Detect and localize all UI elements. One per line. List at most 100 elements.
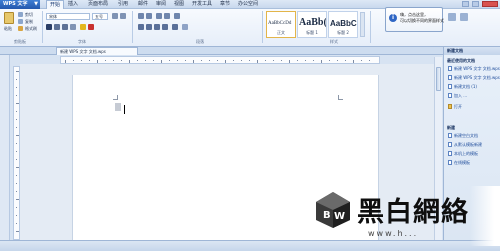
- recent-doc-item[interactable]: 新建 WPS 文字 文档.wps: [454, 75, 500, 81]
- paste-icon[interactable]: [4, 12, 14, 24]
- new-blank-doc-link[interactable]: 新建空白文档: [454, 133, 478, 139]
- local-templates-link[interactable]: 本机上的模板: [454, 151, 478, 157]
- paste-label[interactable]: 粘贴: [4, 26, 12, 32]
- format-painter-icon[interactable]: [18, 26, 23, 31]
- increase-indent-icon[interactable]: [164, 13, 170, 19]
- template-icon: [448, 142, 452, 147]
- ruler-tick: [297, 60, 298, 61]
- cut-icon[interactable]: [18, 12, 23, 17]
- recent-doc-item[interactable]: 加入 ...: [454, 93, 467, 99]
- numbering-icon[interactable]: [146, 13, 152, 19]
- font-group-title: 字体: [78, 39, 86, 44]
- style-normal[interactable]: AaBbCcDd 正文: [266, 11, 296, 38]
- styles-group-title: 样式: [330, 39, 338, 44]
- ruler-tick: [16, 71, 19, 72]
- ruler-tick: [305, 60, 306, 61]
- tab-view[interactable]: 视图: [174, 0, 184, 9]
- recent-doc-item[interactable]: 新建文档 (1): [454, 84, 477, 90]
- shrink-font-icon[interactable]: [120, 13, 126, 19]
- tab-sections[interactable]: 章节: [220, 0, 230, 9]
- replace-icon[interactable]: [460, 13, 468, 21]
- ruler-tick: [369, 60, 370, 61]
- clipboard-group-title: 剪贴板: [14, 39, 26, 44]
- cut-label[interactable]: 剪切: [25, 12, 33, 18]
- recent-doc-item[interactable]: 新建 WPS 文字 文档.wps: [454, 66, 500, 72]
- tab-developer[interactable]: 开发工具: [192, 0, 212, 9]
- tab-review[interactable]: 审阅: [156, 0, 166, 9]
- highlight-icon[interactable]: [80, 24, 86, 30]
- font-name-select[interactable]: 宋体: [46, 13, 90, 20]
- document-icon: [448, 93, 452, 98]
- style-caption: 正文: [277, 30, 285, 35]
- ruler-tick: [113, 60, 114, 61]
- tab-page-layout[interactable]: 页面布局: [88, 0, 108, 9]
- italic-icon[interactable]: [54, 24, 60, 30]
- bullets-icon[interactable]: [138, 13, 144, 19]
- ribbon-divider: [370, 11, 371, 43]
- style-heading-1[interactable]: AaBb( 标题 1: [297, 11, 327, 38]
- ruler-tick: [361, 60, 362, 61]
- template-icon: [448, 151, 452, 156]
- find-icon[interactable]: [448, 13, 456, 21]
- document-tab-label: 新建 WPS 文字 文档.wps: [60, 49, 106, 54]
- align-center-icon[interactable]: [146, 24, 152, 30]
- close-icon[interactable]: [482, 1, 498, 7]
- copy-label[interactable]: 复制: [25, 19, 33, 25]
- underline-icon[interactable]: [62, 24, 68, 30]
- scrollbar-thumb[interactable]: [436, 67, 441, 91]
- document-tab[interactable]: 新建 WPS 文字 文档.wps: [56, 47, 138, 55]
- tab-references[interactable]: 引用: [118, 0, 128, 9]
- maximize-icon[interactable]: [472, 1, 479, 7]
- copy-icon[interactable]: [18, 19, 23, 24]
- style-heading-2[interactable]: AaBbC 标题 2: [328, 11, 358, 38]
- format-painter-label[interactable]: 格式刷: [25, 26, 37, 32]
- open-link[interactable]: 打开: [454, 104, 462, 110]
- font-color-icon[interactable]: [88, 24, 94, 30]
- align-left-icon[interactable]: [138, 24, 144, 30]
- decrease-indent-icon[interactable]: [156, 13, 162, 19]
- ruler-tick: [16, 223, 17, 224]
- ribbon-divider: [262, 11, 263, 43]
- ruler-tick: [16, 231, 19, 232]
- ruler-tick: [249, 60, 250, 61]
- justify-icon[interactable]: [162, 24, 168, 30]
- grow-font-icon[interactable]: [112, 13, 118, 19]
- horizontal-ruler[interactable]: [60, 56, 380, 64]
- ruler-tick: [121, 60, 122, 61]
- strikethrough-icon[interactable]: [70, 24, 76, 30]
- ruler-tick: [16, 87, 17, 88]
- font-size-select[interactable]: 五号: [92, 13, 108, 20]
- vertical-ruler[interactable]: [13, 66, 20, 240]
- watermark-text: 黑白網絡: [357, 197, 469, 228]
- left-side-panel: [0, 55, 10, 240]
- skin-tip-tooltip: i 嗨，点击这里， 可以切换不同的界面样式: [385, 7, 444, 32]
- styles-scroll-button[interactable]: [360, 12, 365, 37]
- ribbon-divider: [132, 11, 133, 43]
- sort-icon[interactable]: [174, 13, 180, 19]
- ruler-tick: [16, 127, 17, 128]
- watermark-url: www.h...: [368, 229, 419, 238]
- ruler-tick: [89, 60, 90, 61]
- ruler-tick: [16, 207, 17, 208]
- ruler-tick: [145, 60, 146, 61]
- app-menu-button[interactable]: WPS 文字 ▼: [0, 0, 40, 9]
- text-cursor: [124, 105, 125, 114]
- tab-office-space[interactable]: 办公空间: [238, 0, 258, 9]
- bold-icon[interactable]: [46, 24, 52, 30]
- ruler-tick: [209, 60, 210, 61]
- globe-icon: [448, 160, 452, 165]
- ruler-tick: [233, 60, 234, 61]
- ruler-tick: [16, 175, 17, 176]
- tab-mailings[interactable]: 邮件: [138, 0, 148, 9]
- online-templates-link[interactable]: 在线模板: [454, 160, 470, 166]
- borders-icon[interactable]: [182, 24, 188, 30]
- ruler-tick: [73, 60, 74, 61]
- line-spacing-icon[interactable]: [172, 24, 178, 30]
- ruler-tick: [265, 60, 266, 61]
- tab-home[interactable]: 开始: [46, 0, 65, 9]
- minimize-icon[interactable]: [462, 1, 469, 7]
- tab-insert[interactable]: 插入: [68, 0, 78, 9]
- ruler-tick: [337, 60, 338, 61]
- new-from-template-link[interactable]: 从默认模板新建: [454, 142, 482, 148]
- align-right-icon[interactable]: [154, 24, 160, 30]
